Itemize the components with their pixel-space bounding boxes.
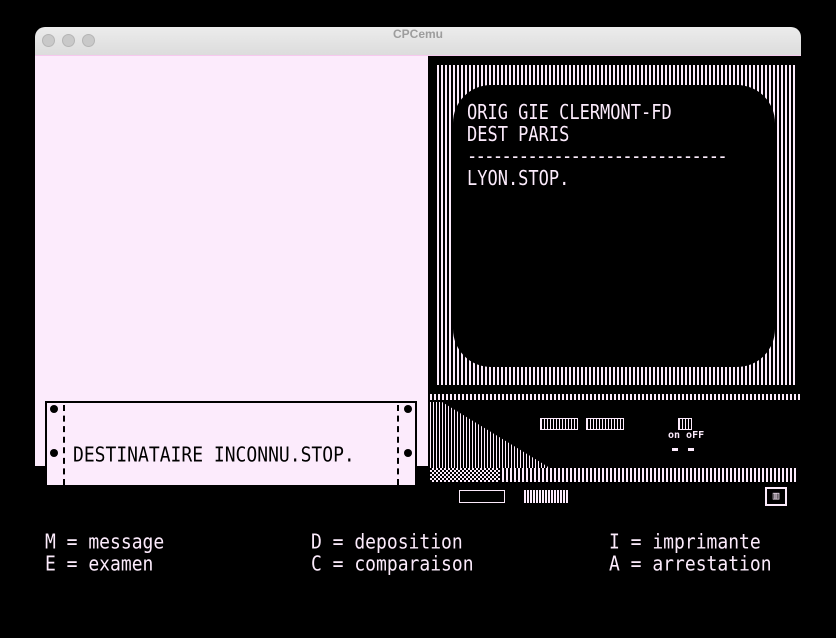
perforation-left: [63, 405, 65, 485]
window-title: CPCemu: [392, 27, 443, 41]
power-label: on oFF: [668, 430, 705, 441]
perforation-right: [397, 405, 399, 485]
hole-icon: [50, 405, 58, 413]
disk-slot-2: [524, 490, 568, 503]
paper-message: DESTINATAIRE INCONNU.STOP.: [73, 443, 355, 468]
terminal-base: on oFF: [430, 394, 801, 468]
menu-item-arrestation[interactable]: A = arrestation: [609, 552, 772, 576]
terminal-monitor: ORIG GIE CLERMONT-FD DEST PARIS --------…: [437, 65, 797, 385]
menu-item-imprimante[interactable]: I = imprimante: [609, 530, 761, 554]
telegram-paper-slip: DESTINATAIRE INCONNU.STOP.: [45, 401, 417, 487]
menu-item-message[interactable]: M = message: [45, 530, 164, 554]
base-ramp: [430, 402, 550, 468]
keyboard-strip: [430, 468, 798, 482]
keyboard-pattern: [430, 468, 500, 482]
hole-icon: [404, 449, 412, 457]
game-screen[interactable]: DESTINATAIRE INCONNU.STOP. ORIG GIE CLER…: [35, 56, 801, 595]
control-button-1[interactable]: [540, 418, 578, 430]
emulator-window: CPCemu DESTINATAIRE INCONNU.STOP. ORIG G…: [35, 27, 801, 595]
base-stripe: [430, 394, 801, 400]
disk-slot-1: [459, 490, 505, 503]
menu-item-examen[interactable]: E = examen: [45, 552, 153, 576]
terminal-icon[interactable]: ▥: [765, 487, 787, 506]
monitor-separator: ------------------------------: [467, 145, 728, 169]
menu-item-deposition[interactable]: D = deposition: [311, 530, 463, 554]
indicator-light: [688, 448, 694, 451]
monitor-line-destination: DEST PARIS: [467, 123, 570, 147]
monitor-screen: ORIG GIE CLERMONT-FD DEST PARIS --------…: [453, 85, 775, 367]
monitor-line-origin: ORIG GIE CLERMONT-FD: [467, 101, 672, 125]
monitor-line-message: LYON.STOP.: [467, 167, 570, 191]
menu-item-comparaison[interactable]: C = comparaison: [311, 552, 474, 576]
power-switch[interactable]: [678, 418, 692, 430]
hole-icon: [404, 405, 412, 413]
title-bar: CPCemu: [35, 27, 801, 56]
hole-icon: [50, 449, 58, 457]
control-button-2[interactable]: [586, 418, 624, 430]
indicator-light: [672, 448, 678, 451]
